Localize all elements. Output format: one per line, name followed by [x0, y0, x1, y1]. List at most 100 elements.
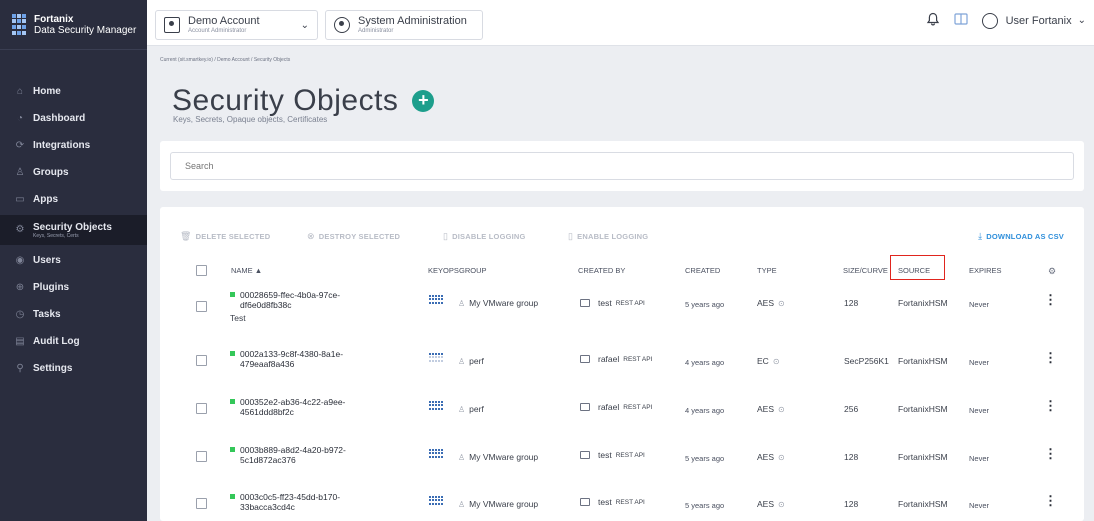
- table-row[interactable]: 000352e2-ab36-4c22-a9ee-4561ddd8bf2c ♙ per…: [160, 397, 1084, 439]
- row-checkbox[interactable]: [196, 498, 207, 509]
- sidebar-item-home[interactable]: ⌂ Home: [0, 78, 147, 105]
- sidebar-item-security-objects[interactable]: ⚙ Security Objects Keys, Secrets, Certs: [0, 215, 147, 245]
- table-row[interactable]: 00028659-ffec-4b0a-97ce-df6e0d8fb38c Test…: [160, 286, 1084, 328]
- row-checkbox[interactable]: [196, 301, 207, 312]
- keyops-icon[interactable]: [429, 401, 443, 410]
- sidebar-item-audit-log[interactable]: ▤ Audit Log: [0, 328, 147, 355]
- source-column-highlight: [890, 255, 945, 280]
- sidebar-item-groups[interactable]: ♙ Groups: [0, 159, 147, 186]
- select-all-checkbox[interactable]: [196, 265, 207, 276]
- user-avatar-icon[interactable]: [981, 12, 998, 29]
- top-bar: Demo Account Account Administrator ⌄ Sys…: [147, 0, 1094, 46]
- breadcrumb[interactable]: Current (sit.smartkey.io) / Demo Account…: [160, 57, 290, 63]
- status-indicator-icon: [230, 292, 235, 297]
- row-checkbox[interactable]: [196, 355, 207, 366]
- column-settings-icon[interactable]: ⚙: [1048, 266, 1056, 277]
- download-csv-button[interactable]: ⤓ DOWNLOAD AS CSV: [978, 231, 1064, 242]
- sidebar-item-integrations[interactable]: ⟳ Integrations: [0, 132, 147, 159]
- sidebar-item-apps[interactable]: ▭ Apps: [0, 186, 147, 213]
- system-administration-button[interactable]: System Administration Administrator: [325, 10, 483, 40]
- sidebar-item-label: Home: [33, 86, 61, 97]
- row-menu-icon[interactable]: ⋮: [1044, 293, 1057, 306]
- group-icon: ♙: [458, 452, 466, 462]
- info-icon[interactable]: ⊙: [778, 405, 785, 414]
- row-checkbox[interactable]: [196, 451, 207, 462]
- table-row[interactable]: 0003b889-a8d2-4a20-b972-5c1d872ac376 ♙ My …: [160, 445, 1084, 487]
- row-menu-icon[interactable]: ⋮: [1044, 494, 1057, 507]
- admin-user-icon: [334, 17, 350, 33]
- group-cell[interactable]: ♙ My VMware group: [458, 298, 538, 308]
- table-row[interactable]: 0003c0c5-ff23-45dd-b170-33bacca3cd4c ♙ My …: [160, 492, 1084, 521]
- account-selector[interactable]: Demo Account Account Administrator ⌄: [155, 10, 318, 40]
- row-menu-icon[interactable]: ⋮: [1044, 351, 1057, 364]
- sidebar-item-label: Users: [33, 255, 61, 266]
- add-security-object-button[interactable]: +: [412, 90, 435, 112]
- documentation-icon[interactable]: [953, 13, 968, 28]
- bell-icon[interactable]: [926, 12, 940, 29]
- sidebar-item-plugins[interactable]: ⊕ Plugins: [0, 274, 147, 301]
- row-menu-icon[interactable]: ⋮: [1044, 447, 1057, 460]
- tasks-icon: ◷: [15, 308, 25, 320]
- created-by-cell: test REST API: [580, 497, 645, 507]
- expires-cell: Never: [969, 406, 990, 415]
- row-checkbox[interactable]: [196, 403, 207, 414]
- destroy-selected-button[interactable]: ⊗ DESTROY SELECTED: [307, 231, 400, 242]
- object-name-link[interactable]: 0003b889-a8d2-4a20-b972-5c1d872ac376: [240, 445, 370, 465]
- group-cell[interactable]: ♙ perf: [458, 356, 484, 366]
- sidebar-item-label: Settings: [33, 363, 73, 374]
- column-group[interactable]: GROUP: [459, 266, 487, 275]
- group-cell[interactable]: ♙ perf: [458, 404, 484, 414]
- object-name-link[interactable]: 0002a133-9c8f-4380-8a1e-479eaaf8a436: [240, 349, 370, 369]
- keyops-icon[interactable]: [429, 449, 443, 458]
- groups-icon: ♙: [15, 166, 25, 178]
- column-expires[interactable]: EXPIRES: [969, 266, 1002, 275]
- keyops-icon[interactable]: [429, 353, 443, 362]
- brand-logo[interactable]: Fortanix Data Security Manager: [0, 0, 147, 50]
- dashboard-icon: ◔: [16, 112, 24, 124]
- app-icon: [580, 403, 590, 411]
- column-keyops[interactable]: KEYOPS: [428, 266, 459, 275]
- column-created-by[interactable]: CREATED BY: [578, 266, 625, 275]
- sidebar: Fortanix Data Security Manager ⌂ Home ◔ Das…: [0, 0, 147, 521]
- sidebar-item-settings[interactable]: ⚲ Settings: [0, 355, 147, 382]
- object-name-link[interactable]: 0003c0c5-ff23-45dd-b170-33bacca3cd4c: [240, 492, 370, 512]
- enable-logging-icon: ▯: [568, 231, 574, 241]
- search-card: [160, 141, 1084, 191]
- disable-logging-button[interactable]: ▯ DISABLE LOGGING: [443, 231, 526, 242]
- column-name[interactable]: NAME ▲: [231, 266, 262, 275]
- sidebar-item-label: Apps: [33, 194, 58, 205]
- group-cell[interactable]: ♙ My VMware group: [458, 452, 538, 462]
- status-indicator-icon: [230, 351, 235, 356]
- info-icon[interactable]: ⊙: [773, 357, 780, 366]
- column-created[interactable]: CREATED: [685, 266, 720, 275]
- sidebar-item-tasks[interactable]: ◷ Tasks: [0, 301, 147, 328]
- object-name-link[interactable]: 00028659-ffec-4b0a-97ce-df6e0d8fb38c: [240, 290, 370, 310]
- row-menu-icon[interactable]: ⋮: [1044, 399, 1057, 412]
- info-icon[interactable]: ⊙: [778, 299, 785, 308]
- column-type[interactable]: TYPE: [757, 266, 777, 275]
- created-by-cell: rafael REST API: [580, 402, 652, 412]
- column-size-curve[interactable]: SIZE/CURVE: [843, 266, 888, 275]
- keyops-icon[interactable]: [429, 496, 443, 505]
- keyops-icon[interactable]: [429, 295, 443, 304]
- user-menu-label[interactable]: User Fortanix: [1006, 15, 1072, 27]
- group-cell[interactable]: ♙ My VMware group: [458, 499, 538, 509]
- sidebar-item-users[interactable]: ◉ Users: [0, 247, 147, 274]
- object-name-link[interactable]: 000352e2-ab36-4c22-a9ee-4561ddd8bf2c: [240, 397, 370, 417]
- search-input[interactable]: [170, 152, 1074, 180]
- apps-icon: ▭: [15, 193, 25, 205]
- account-name: Demo Account: [188, 15, 260, 27]
- expires-cell: Never: [969, 300, 990, 309]
- sysadmin-role: Administrator: [358, 28, 394, 34]
- delete-selected-button[interactable]: 🗑 DELETE SELECTED: [180, 231, 270, 242]
- enable-logging-button[interactable]: ▯ ENABLE LOGGING: [568, 231, 648, 242]
- fortanix-logo-icon: [12, 13, 28, 36]
- info-icon[interactable]: ⊙: [778, 453, 785, 462]
- security-objects-icon: ⚙: [15, 224, 25, 235]
- table-row[interactable]: 0002a133-9c8f-4380-8a1e-479eaaf8a436 ♙ per…: [160, 349, 1084, 391]
- sidebar-item-label: Tasks: [33, 309, 61, 320]
- created-cell: 5 years ago: [685, 300, 725, 309]
- sidebar-item-dashboard[interactable]: ◔ Dashboard: [0, 105, 147, 132]
- info-icon[interactable]: ⊙: [778, 500, 785, 509]
- user-menu-chevron-icon[interactable]: ⌄: [1078, 15, 1086, 26]
